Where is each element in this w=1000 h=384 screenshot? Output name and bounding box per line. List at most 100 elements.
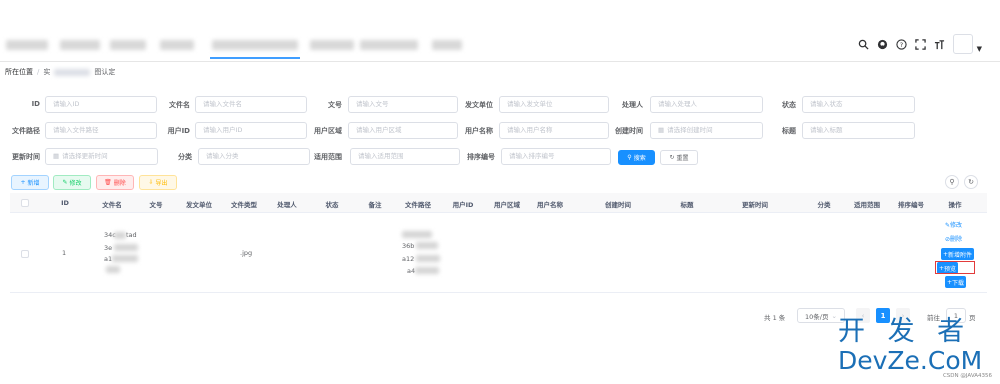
filter-label-username: 用户名称 <box>465 127 493 135</box>
column-header[interactable]: 用户ID <box>453 199 474 209</box>
filter-input-id[interactable]: 请输入ID <box>45 96 157 113</box>
column-header[interactable]: 分类 <box>818 199 831 209</box>
row-delete-link[interactable]: ⊘删除 <box>945 234 962 243</box>
filter-label-status: 状态 <box>782 101 796 109</box>
column-header[interactable]: 备注 <box>369 199 382 209</box>
redacted-text <box>415 267 439 274</box>
github-icon[interactable] <box>877 38 889 50</box>
search-button[interactable]: ⚲ 搜索 <box>618 150 655 165</box>
row-edit-link[interactable]: ✎修改 <box>945 220 962 229</box>
add-attachment-button[interactable]: + 新增附件 <box>941 248 975 260</box>
csdn-watermark: CSDN @JAVA4356 <box>942 373 992 379</box>
export-button-label: 导出 <box>155 180 168 187</box>
reset-button[interactable]: ↻ 重置 <box>660 150 698 165</box>
filter-input-filepath[interactable]: 请输入文件路径 <box>45 122 157 139</box>
column-header[interactable]: 文件类型 <box>231 199 257 209</box>
breadcrumb-item[interactable]: 实 <box>43 67 50 77</box>
redacted-text <box>402 231 432 238</box>
placeholder: 请选择创建时间 <box>667 126 713 134</box>
add-button[interactable]: + 新增 <box>11 175 49 190</box>
add-attachment-label: 新增附件 <box>948 251 973 259</box>
column-header[interactable]: 标题 <box>681 199 694 209</box>
filter-label-user-id: 用户ID <box>167 127 190 135</box>
column-header[interactable]: 状态 <box>326 199 339 209</box>
placeholder: 请输入发文单位 <box>507 100 553 108</box>
filter-input-scope[interactable]: 请输入适用范围 <box>350 148 460 165</box>
download-icon: ⇩ <box>148 179 154 186</box>
row-checkbox[interactable] <box>21 250 29 258</box>
filter-input-sort-number[interactable]: 请输入排序编号 <box>501 148 611 165</box>
nav-tab-blurred[interactable] <box>360 40 418 50</box>
add-button-label: 新增 <box>27 180 40 187</box>
nav-tab-active[interactable] <box>212 40 298 50</box>
filter-input-handler[interactable]: 请输入处理人 <box>650 96 763 113</box>
column-header[interactable]: ID <box>61 199 69 207</box>
filter-input-user-region[interactable]: 请输入用户区域 <box>348 122 458 139</box>
nav-tab-blurred[interactable] <box>310 40 354 50</box>
refresh-button[interactable]: ↻ <box>964 175 978 189</box>
filter-input-user-id[interactable]: 请输入用户ID <box>195 122 307 139</box>
column-header[interactable]: 用户名称 <box>537 199 563 209</box>
filter-input-issuer[interactable]: 请输入发文单位 <box>499 96 609 113</box>
filepath-line: a12 <box>402 255 415 263</box>
reset-button-label: 重置 <box>676 155 689 162</box>
filter-input-created-time[interactable]: ▦ 请选择创建时间 <box>650 122 763 139</box>
watermark-cn: 开 发 者 <box>838 316 972 347</box>
filter-input-category[interactable]: 请输入分类 <box>198 148 310 165</box>
column-header[interactable]: 排序编号 <box>898 199 924 209</box>
column-header[interactable]: 适用范围 <box>854 199 880 209</box>
table-row[interactable]: 1 34c tad 3e a1 .jpg 36b a12 a4 ✎修改 ⊘删除 … <box>10 213 987 293</box>
filter-label-handler: 处理人 <box>622 101 643 109</box>
column-header[interactable]: 文件名 <box>102 199 122 209</box>
filename-line: a1 <box>104 255 113 263</box>
filter-input-status[interactable]: 请输入状态 <box>802 96 915 113</box>
filter-input-doc-number[interactable]: 请输入文号 <box>348 96 458 113</box>
download-button[interactable]: + 下载 <box>945 276 967 288</box>
column-header[interactable]: 文号 <box>150 199 163 209</box>
filter-label-issuer: 发文单位 <box>465 101 493 109</box>
chevron-down-icon[interactable]: ▼ <box>977 45 982 53</box>
avatar[interactable] <box>952 34 973 54</box>
filter-input-username[interactable]: 请输入用户名称 <box>499 122 609 139</box>
placeholder: 请输入分类 <box>206 152 239 160</box>
column-header[interactable]: 更新时间 <box>742 199 768 209</box>
column-header[interactable]: 处理人 <box>277 199 297 209</box>
delete-button[interactable]: 🗑 删除 <box>96 175 134 190</box>
font-size-icon[interactable] <box>934 38 946 50</box>
select-all-checkbox[interactable] <box>21 199 29 207</box>
table-header: ID 文件名 文号 发文单位 文件类型 处理人 状态 备注 文件路径 用户ID … <box>10 193 987 213</box>
nav-tab-blurred[interactable] <box>60 40 100 50</box>
question-icon[interactable]: ? <box>896 38 908 50</box>
placeholder: 请输入排序编号 <box>509 152 555 160</box>
column-header[interactable]: 发文单位 <box>186 199 212 209</box>
filepath-line: 36b <box>402 242 415 250</box>
nav-tab-blurred[interactable] <box>432 40 462 50</box>
filter-label-filepath: 文件路径 <box>12 127 40 135</box>
placeholder: 请输入文号 <box>356 100 389 108</box>
column-header[interactable]: 操作 <box>949 199 962 209</box>
pagination-total: 共 1 条 <box>764 314 786 322</box>
column-header[interactable]: 文件路径 <box>405 199 431 209</box>
export-button[interactable]: ⇩ 导出 <box>139 175 177 190</box>
filter-label-updated-time: 更新时间 <box>12 153 40 161</box>
filter-input-filename[interactable]: 请输入文件名 <box>195 96 307 113</box>
nav-tab-blurred[interactable] <box>6 40 48 50</box>
filter-input-title[interactable]: 请输入标题 <box>802 122 915 139</box>
edit-button[interactable]: ✎ 修改 <box>53 175 91 190</box>
filter-label-created-time: 创建时间 <box>615 127 643 135</box>
breadcrumb-separator: / <box>37 68 40 76</box>
search-icon[interactable] <box>858 38 870 50</box>
filepath-line: a4 <box>407 267 416 275</box>
toggle-search-button[interactable]: ⚲ <box>945 175 959 189</box>
nav-tab-blurred[interactable] <box>110 40 146 50</box>
filter-input-updated-time[interactable]: ▦ 请选择更新时间 <box>45 148 158 165</box>
breadcrumb-item[interactable]: 图认定 <box>94 67 115 77</box>
filter-label-user-region: 用户区域 <box>314 127 342 135</box>
filter-label-filename: 文件名 <box>169 101 190 109</box>
column-header[interactable]: 用户区域 <box>494 199 520 209</box>
fullscreen-icon[interactable] <box>915 38 927 50</box>
breadcrumb-redacted <box>54 68 91 76</box>
preview-highlight-box <box>935 261 975 274</box>
nav-tab-blurred[interactable] <box>160 40 194 50</box>
column-header[interactable]: 创建时间 <box>605 199 631 209</box>
